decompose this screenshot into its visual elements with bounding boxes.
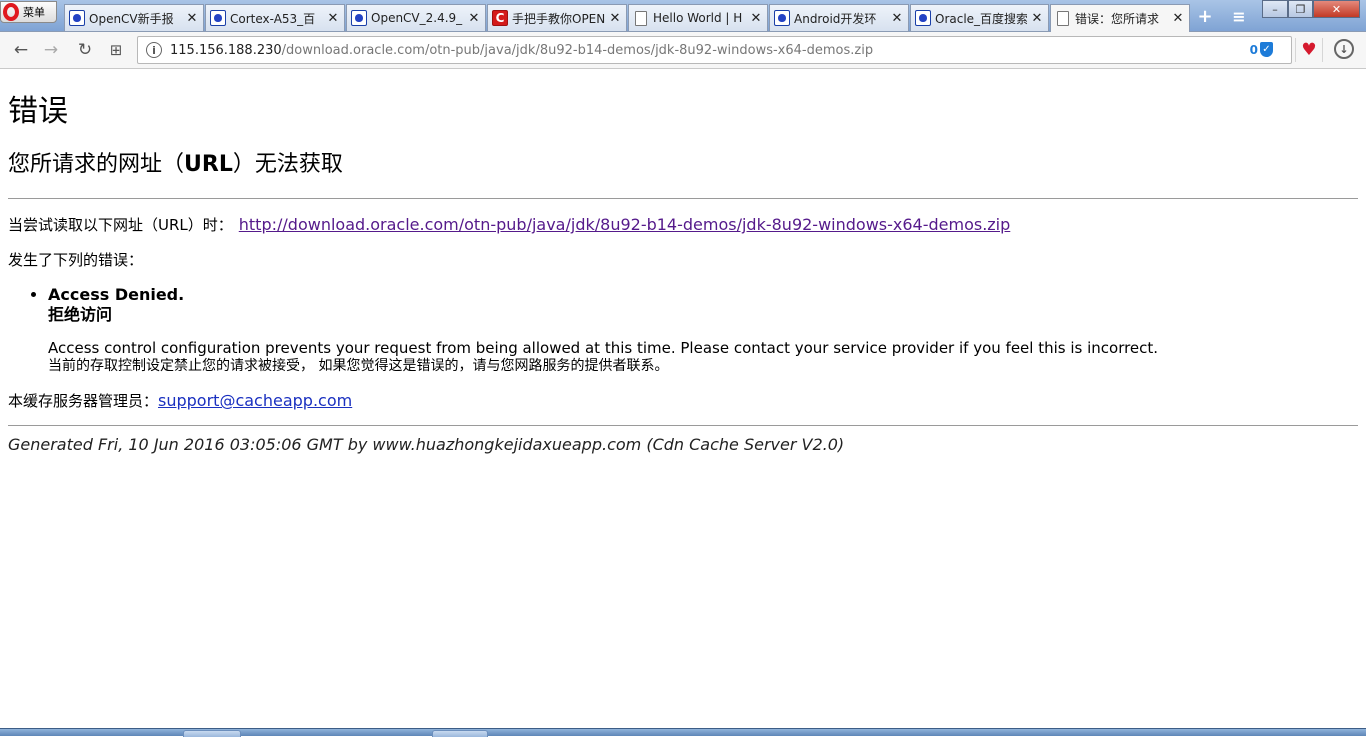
error-detail-en: Access control configuration prevents yo… xyxy=(48,339,1159,357)
speed-dial-icon[interactable]: ⊞ xyxy=(105,40,127,60)
generated-footer: Generated Fri, 10 Jun 2016 03:05:06 GMT … xyxy=(8,435,845,454)
close-window-icon[interactable]: ✕ xyxy=(1313,0,1360,18)
maximize-icon[interactable]: ❐ xyxy=(1288,0,1313,18)
tab-close-icon[interactable]: ✕ xyxy=(1171,11,1185,26)
tab-menu-icon[interactable]: ≡ xyxy=(1226,6,1252,26)
tab-error-active[interactable]: 错误：您所请求 ✕ xyxy=(1050,4,1190,32)
subtitle-pre: 您所请求的网址（ xyxy=(8,152,185,177)
download-icon[interactable]: ↓ xyxy=(1334,39,1354,59)
admin-paragraph: 本缓存服务器管理员：support@cacheapp.com xyxy=(8,391,1358,411)
admin-email-link[interactable]: support@cacheapp.com xyxy=(158,391,352,410)
baidu-paw-icon xyxy=(351,10,367,26)
url-path: /download.oracle.com/otn-pub/java/jdk/8u… xyxy=(281,42,874,58)
subtitle-post: ）无法获取 xyxy=(232,152,343,177)
tab-opencv-newbie[interactable]: OpenCV新手报 ✕ xyxy=(64,4,204,31)
baidu-paw-icon xyxy=(210,10,226,26)
adblock-count: 0 xyxy=(1249,42,1258,57)
tab-strip: 菜单 OpenCV新手报 ✕ Cortex-A53_百 ✕ OpenCV_2.4… xyxy=(0,0,1366,32)
tab-opencv-tutorial[interactable]: C 手把手教你OPEN ✕ xyxy=(487,4,627,31)
tab-title: OpenCV_2.4.9_ xyxy=(371,11,463,25)
tab-title: Cortex-A53_百 xyxy=(230,11,316,26)
adblock-indicator[interactable]: 0 ✓ xyxy=(1250,42,1273,57)
tab-title: Android开发环 xyxy=(794,11,877,26)
error-detail-cn: 当前的存取控制设定禁止您的请求被接受， 如果您觉得这是错误的，请与您网路服务的提… xyxy=(48,358,669,374)
tab-title: 错误：您所请求 xyxy=(1075,12,1160,26)
shield-icon: ✓ xyxy=(1260,42,1273,57)
tab-title: Oracle_百度搜索 xyxy=(935,11,1027,26)
error-list: Access Denied. 拒绝访问 Access control confi… xyxy=(48,285,1358,375)
reload-icon[interactable]: ↻ xyxy=(74,40,96,60)
baidu-paw-icon xyxy=(774,10,790,26)
site-info-icon[interactable]: i xyxy=(146,42,162,58)
document-icon xyxy=(1057,11,1069,26)
taskbar xyxy=(0,728,1366,737)
tab-title: Hello World | H xyxy=(653,11,743,25)
back-icon[interactable]: ← xyxy=(10,40,32,60)
divider xyxy=(8,198,1358,199)
tab-close-icon[interactable]: ✕ xyxy=(890,11,904,26)
baidu-paw-icon xyxy=(915,10,931,26)
attempt-label: 当尝试读取以下网址（URL）时： xyxy=(8,216,233,234)
minimize-icon[interactable]: – xyxy=(1262,0,1288,18)
error-title-en: Access Denied. xyxy=(48,285,185,304)
tab-close-icon[interactable]: ✕ xyxy=(185,11,199,26)
tab-android-dev[interactable]: Android开发环 ✕ xyxy=(769,4,909,31)
tab-close-icon[interactable]: ✕ xyxy=(749,11,763,26)
tab-title: 手把手教你OPEN xyxy=(512,11,605,26)
tab-opencv-249[interactable]: OpenCV_2.4.9_ ✕ xyxy=(346,4,486,31)
tab-title: OpenCV新手报 xyxy=(89,11,174,26)
page-content: 错误 您所请求的网址（URL）无法获取 当尝试读取以下网址（URL）时： http… xyxy=(0,70,1366,728)
browser-toolbar: ← → ↻ ⊞ i 115.156.188.230 /download.orac… xyxy=(0,32,1366,69)
tab-close-icon[interactable]: ✕ xyxy=(467,11,481,26)
tab-hello-world[interactable]: Hello World | H ✕ xyxy=(628,4,768,31)
new-tab-icon[interactable]: + xyxy=(1192,6,1218,27)
url-host: 115.156.188.230 xyxy=(170,42,282,58)
opera-menu-button[interactable]: 菜单 xyxy=(0,1,57,23)
tab-oracle-search[interactable]: Oracle_百度搜索 ✕ xyxy=(910,4,1049,31)
error-intro: 发生了下列的错误： xyxy=(8,251,144,269)
document-icon xyxy=(635,10,647,26)
csdn-icon: C xyxy=(492,10,508,26)
menu-label: 菜单 xyxy=(23,6,45,19)
baidu-paw-icon xyxy=(69,10,85,26)
page-subtitle: 您所请求的网址（URL）无法获取 xyxy=(8,150,1358,180)
tab-close-icon[interactable]: ✕ xyxy=(1030,11,1044,26)
page-title: 错误 xyxy=(8,94,68,129)
heart-icon[interactable]: ♥ xyxy=(1295,38,1323,62)
tab-cortex-a53[interactable]: Cortex-A53_百 ✕ xyxy=(205,4,345,31)
forward-icon[interactable]: → xyxy=(40,40,62,60)
error-item: Access Denied. 拒绝访问 Access control confi… xyxy=(48,285,1358,375)
tab-close-icon[interactable]: ✕ xyxy=(608,11,622,26)
address-bar[interactable]: i 115.156.188.230 /download.oracle.com/o… xyxy=(137,36,1292,64)
admin-label: 本缓存服务器管理员： xyxy=(8,392,159,410)
attempt-url-link[interactable]: http://download.oracle.com/otn-pub/java/… xyxy=(239,215,1011,234)
error-title-cn: 拒绝访问 xyxy=(48,305,113,324)
subtitle-bold: URL xyxy=(184,152,233,177)
opera-logo-icon xyxy=(3,3,19,21)
attempt-paragraph: 当尝试读取以下网址（URL）时： http://download.oracle.c… xyxy=(8,215,1358,235)
tab-close-icon[interactable]: ✕ xyxy=(326,11,340,26)
footer-divider xyxy=(8,425,1358,426)
